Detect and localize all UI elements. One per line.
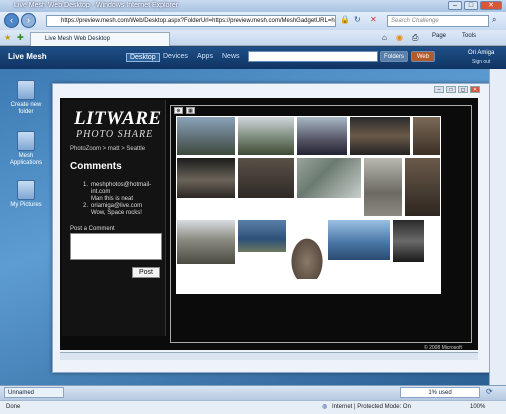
photo-thumbnail[interactable]: [404, 157, 441, 217]
desktop-icon-label: My Pictures: [10, 202, 42, 208]
page-scrollbar[interactable]: [489, 69, 506, 385]
desktop-icon-mesh-apps[interactable]: Mesh Applications: [6, 131, 46, 167]
comment-textarea[interactable]: [70, 233, 162, 260]
comment-item: 1. meshphotos@hotmail- int.com Man this i…: [82, 182, 152, 202]
window-scrollbar[interactable]: [60, 352, 478, 360]
nav-news[interactable]: News: [222, 53, 240, 60]
back-icon[interactable]: ‹: [4, 13, 19, 28]
folders-button[interactable]: Folders: [380, 51, 408, 62]
nav-apps[interactable]: Apps: [197, 53, 213, 60]
url-field[interactable]: https://preview.mesh.com/Web/Desktop.asp…: [46, 15, 336, 27]
zone-text[interactable]: Internet | Protected Mode: On: [332, 401, 411, 414]
new-folder-icon: [17, 80, 35, 100]
window-close-icon[interactable]: ✕: [470, 86, 480, 93]
status-bar: Done ◍ Internet | Protected Mode: On 100…: [0, 400, 506, 414]
window-restore-icon[interactable]: □: [446, 86, 456, 93]
window-minimize-icon[interactable]: –: [434, 86, 444, 93]
status-text: Done: [6, 404, 21, 410]
stop-icon[interactable]: ✕: [370, 15, 377, 24]
photo-thumbnail[interactable]: [392, 219, 425, 263]
folder-tab-unnamed[interactable]: Unnamed: [4, 387, 64, 398]
add-favorites-icon[interactable]: ✚: [17, 33, 24, 42]
search-icon[interactable]: ⌕: [492, 15, 496, 25]
litware-logo-sub: PHOTO SHARE: [76, 129, 154, 140]
window-title: Live Mesh Web Desktop - Windows Internet…: [0, 0, 506, 12]
refresh-icon[interactable]: ↻: [354, 15, 361, 24]
window-maximize-icon[interactable]: ◻: [458, 86, 468, 93]
storage-used: 1% used: [400, 387, 480, 398]
photo-thumbnail[interactable]: [237, 219, 287, 253]
zoom-level[interactable]: 100%: [470, 401, 485, 414]
sync-icon[interactable]: ⟳: [486, 387, 493, 396]
web-button[interactable]: Web: [411, 51, 435, 62]
lock-icon[interactable]: 🔒: [340, 15, 350, 24]
photo-thumbnail[interactable]: [176, 219, 236, 265]
breadcrumb[interactable]: PhotoZoom > matt > Seattle: [70, 146, 145, 152]
photo-thumbnail[interactable]: [176, 157, 236, 199]
layout-icon[interactable]: ▦: [186, 107, 195, 114]
photo-thumbnail[interactable]: [349, 116, 411, 156]
post-button[interactable]: Post: [132, 267, 160, 278]
maximize-button[interactable]: □: [464, 1, 478, 10]
photo-thumbnail[interactable]: [412, 116, 441, 156]
folder-icon: [17, 180, 35, 200]
home-icon[interactable]: ⌂: [382, 33, 387, 42]
user-name[interactable]: Ori Amiga: [468, 50, 494, 56]
forward-icon[interactable]: ›: [21, 13, 36, 28]
litware-logo: LITWARE: [74, 108, 162, 129]
comments-list: 1. meshphotos@hotmail- int.com Man this i…: [70, 182, 162, 217]
tools-menu[interactable]: Tools: [462, 33, 476, 39]
globe-icon: ◍: [322, 404, 328, 410]
photo-thumbnail[interactable]: [327, 219, 391, 261]
desktop-icon-label: Create new folder: [10, 102, 42, 115]
desktop-icon-create-folder[interactable]: Create new folder: [6, 80, 46, 116]
comments-heading: Comments: [70, 161, 122, 172]
photo-thumbnail[interactable]: [363, 157, 403, 217]
search-input[interactable]: Search Challenge: [387, 15, 489, 27]
tab-live-mesh[interactable]: Live Mesh Web Desktop: [30, 32, 170, 46]
post-comment-label: Post a Comment: [70, 226, 115, 232]
photo-thumbnail[interactable]: [296, 116, 348, 156]
nav-devices[interactable]: Devices: [163, 53, 188, 60]
photo-thumbnail[interactable]: [296, 157, 362, 199]
mesh-logo[interactable]: Live Mesh: [8, 52, 47, 61]
mesh-apps-icon: [17, 131, 35, 151]
photo-thumbnail[interactable]: [237, 157, 295, 199]
sign-out-link[interactable]: Sign out: [472, 59, 490, 65]
desktop-icon-my-pictures[interactable]: My Pictures: [6, 180, 46, 209]
close-button[interactable]: ✕: [480, 1, 502, 10]
desktop-icon-label: Mesh Applications: [9, 153, 43, 166]
mesh-search-input[interactable]: [248, 51, 378, 62]
copyright-text: © 2008 Microsoft: [424, 345, 462, 351]
photo-thumbnail[interactable]: [288, 234, 326, 280]
feeds-icon[interactable]: ◉: [396, 33, 403, 42]
minimize-button[interactable]: –: [448, 1, 462, 10]
comment-item: 2. oriamiga@live.com Wow, Space rocks!: [82, 203, 143, 216]
zoom-icon[interactable]: ⊕: [174, 107, 183, 114]
print-icon[interactable]: ⎙: [412, 33, 418, 43]
favorites-star-icon[interactable]: ★: [4, 33, 11, 42]
photo-thumbnail[interactable]: [176, 116, 236, 156]
nav-desktop[interactable]: Desktop: [126, 53, 160, 62]
page-menu[interactable]: Page: [432, 33, 446, 39]
photo-thumbnail[interactable]: [237, 116, 295, 156]
